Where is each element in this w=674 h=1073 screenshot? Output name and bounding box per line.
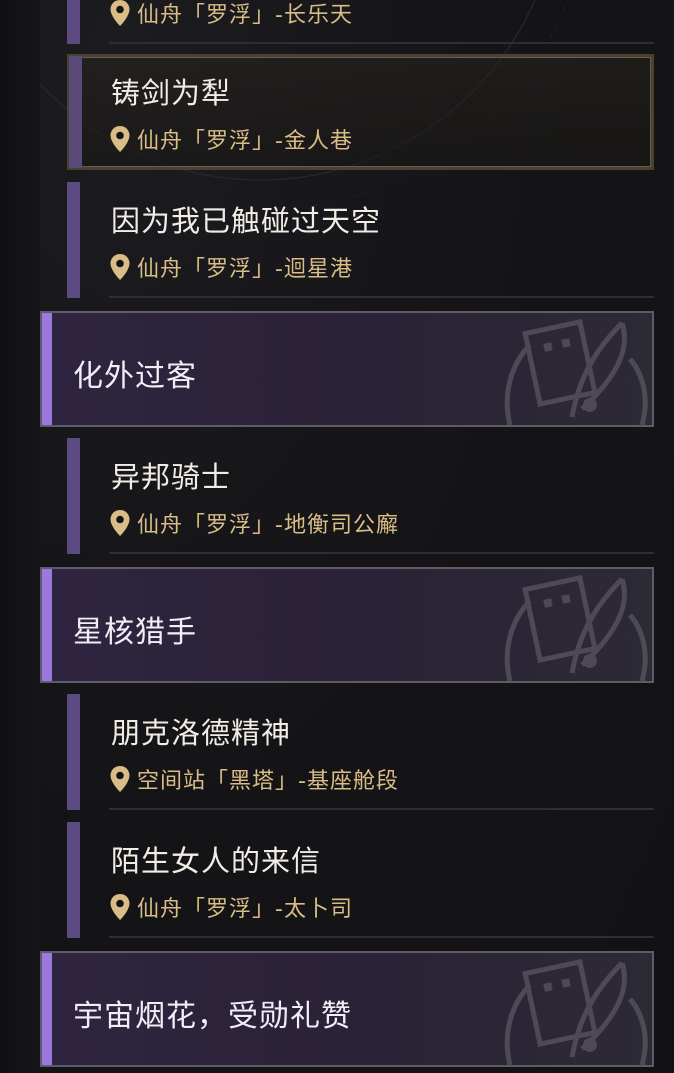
category-accent — [42, 953, 52, 1065]
map-pin-icon — [110, 894, 130, 920]
quest-location-text: 空间站「黑塔」-基座舱段 — [137, 769, 399, 794]
quest-item-selected[interactable]: 铸剑为犁 仙舟「罗浮」-金人巷 — [67, 54, 654, 170]
map-pin-icon — [110, 0, 130, 26]
quest-title: 陌生女人的来信 — [111, 844, 322, 878]
quest-title: 因为我已触碰过天空 — [111, 204, 382, 238]
scroll-and-quill-emblem-icon — [504, 575, 648, 681]
quest-item[interactable]: 因为我已触碰过天空 仙舟「罗浮」-迴星港 — [67, 182, 654, 298]
quest-title: 铸剑为犁 — [111, 76, 232, 110]
quest-location: 仙舟「罗浮」-金人巷 — [109, 124, 353, 154]
quest-log-screen: 仙舟「罗浮」-长乐天 铸剑为犁 仙舟「罗浮」-金人巷 因为我已触碰过天空 仙舟「… — [0, 0, 674, 1073]
quest-location: 仙舟「罗浮」-太卜司 — [109, 892, 353, 922]
quest-location: 空间站「黑塔」-基座舱段 — [109, 764, 399, 794]
scroll-and-quill-emblem-icon — [504, 959, 648, 1065]
category-title: 宇宙烟花，受勋礼赞 — [73, 999, 352, 1034]
scroll-and-quill-emblem-icon — [504, 319, 648, 425]
quest-title: 异邦骑士 — [111, 460, 232, 494]
quest-item[interactable]: 异邦骑士 仙舟「罗浮」-地衡司公廨 — [67, 438, 654, 554]
quest-location: 仙舟「罗浮」-长乐天 — [109, 0, 353, 28]
category-header[interactable]: 化外过客 — [40, 311, 654, 427]
category-title: 星核猎手 — [73, 615, 197, 650]
quest-divider — [109, 936, 654, 938]
category-header[interactable]: 星核猎手 — [40, 567, 654, 683]
category-accent — [42, 569, 52, 681]
quest-bar — [67, 438, 80, 554]
quest-location: 仙舟「罗浮」-地衡司公廨 — [109, 508, 399, 538]
category-title: 化外过客 — [73, 359, 197, 394]
quest-location-text: 仙舟「罗浮」-金人巷 — [137, 129, 353, 154]
quest-divider — [109, 808, 654, 810]
map-pin-icon — [110, 510, 130, 536]
quest-item[interactable]: 朋克洛德精神 空间站「黑塔」-基座舱段 — [67, 694, 654, 810]
quest-bar — [67, 182, 80, 298]
quest-location: 仙舟「罗浮」-迴星港 — [109, 252, 353, 282]
quest-bar — [69, 56, 82, 168]
quest-divider — [109, 552, 654, 554]
quest-bar — [67, 0, 80, 44]
map-pin-icon — [110, 254, 130, 280]
quest-bar — [67, 822, 80, 938]
quest-divider — [109, 42, 654, 44]
quest-location-text: 仙舟「罗浮」-长乐天 — [137, 3, 353, 28]
quest-item[interactable]: 仙舟「罗浮」-长乐天 — [67, 0, 654, 44]
category-accent — [42, 313, 52, 425]
quest-list: 仙舟「罗浮」-长乐天 铸剑为犁 仙舟「罗浮」-金人巷 因为我已触碰过天空 仙舟「… — [0, 0, 674, 1073]
quest-item[interactable]: 陌生女人的来信 仙舟「罗浮」-太卜司 — [67, 822, 654, 938]
map-pin-icon — [110, 766, 130, 792]
category-header[interactable]: 宇宙烟花，受勋礼赞 — [40, 951, 654, 1067]
quest-bar — [67, 694, 80, 810]
quest-divider — [109, 296, 654, 298]
quest-location-text: 仙舟「罗浮」-太卜司 — [137, 897, 353, 922]
map-pin-icon — [110, 126, 130, 152]
quest-title: 朋克洛德精神 — [111, 716, 292, 750]
quest-location-text: 仙舟「罗浮」-迴星港 — [137, 257, 353, 282]
quest-location-text: 仙舟「罗浮」-地衡司公廨 — [137, 513, 399, 538]
